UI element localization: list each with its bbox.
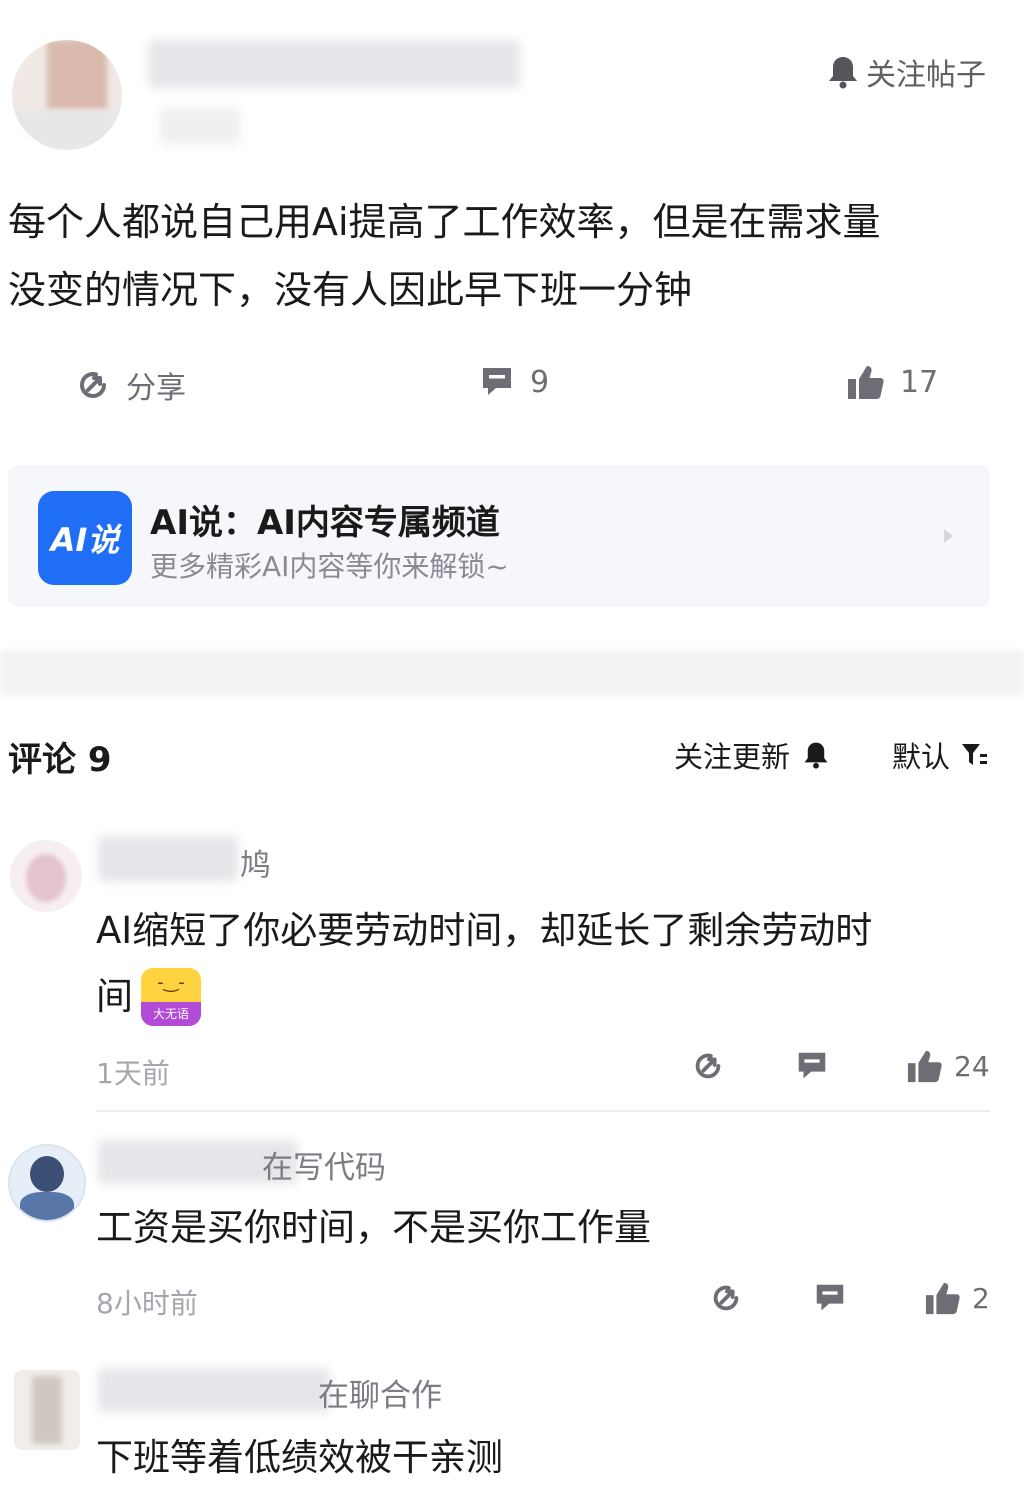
follow-post-button[interactable]: 关注帖子 [826,50,986,94]
sort-label: 默认 [892,740,951,774]
comment-time: 1天前 [96,1057,170,1090]
comment-icon [478,363,516,401]
commenter-avatar[interactable] [8,1144,86,1222]
commenter-avatar[interactable] [10,840,82,912]
comment-time: 8小时前 [96,1287,198,1320]
share-label: 分享 [126,371,186,406]
comment-text-line-2: 间 [96,975,133,1018]
channel-subtitle: 更多精彩AI内容等你来解锁~ [150,550,509,583]
commenter-name[interactable]: 鸠 [240,840,271,885]
thumbs-up-icon [846,363,886,401]
comment-text-line-1: AI缩短了你必要劳动时间，却延长了剩余劳动时 [96,909,873,952]
commenter-name[interactable]: 在写代码 [262,1142,386,1187]
like-button[interactable]: 17 [846,363,938,401]
share-icon [708,1280,744,1316]
comment-text: 下班等着低绩效被干亲测 [96,1436,503,1479]
comment-text: AI缩短了你必要劳动时间，却延长了剩余劳动时 间 -‿- 大无语 [96,898,996,1030]
follow-updates-label: 关注更新 [674,740,791,774]
channel-logo-text: AI说 [50,521,120,559]
follow-updates-button[interactable]: 关注更新 [674,734,830,776]
commenter-avatar[interactable] [14,1370,80,1450]
channel-card[interactable]: AI说 AI说：AI内容专属频道 更多精彩AI内容等你来解锁~ [8,465,990,607]
author-meta-blurred [160,108,240,144]
comment-icon [794,1048,830,1084]
comment-like-count: 24 [954,1049,990,1083]
share-button[interactable]: 分享 [74,363,186,407]
comment-reply-button[interactable] [812,1280,848,1316]
share-icon [690,1048,726,1084]
comment-text: 工资是买你时间，不是买你工作量 [96,1206,651,1249]
commenter-name-blurred [98,836,238,882]
comment-count: 9 [530,364,550,400]
comment-share-button[interactable] [690,1048,726,1084]
post-body: 每个人都说自己用Ai提高了工作效率，但是在需求量 没变的情况下，没有人因此早下班… [8,188,1008,324]
bell-icon [802,739,830,771]
comment-reply-button[interactable] [794,1048,830,1084]
thumbs-up-icon [924,1280,962,1316]
channel-title: AI说：AI内容专属频道 [150,503,500,543]
post-body-line-1: 每个人都说自己用Ai提高了工作效率，但是在需求量 [8,200,881,244]
commenter-name[interactable]: 在聊合作 [318,1370,442,1415]
follow-post-label: 关注帖子 [866,58,986,93]
author-avatar[interactable] [12,40,122,150]
post-body-line-2: 没变的情况下，没有人因此早下班一分钟 [8,268,693,312]
like-count: 17 [900,364,939,400]
sort-button[interactable]: 默认 [892,734,988,776]
thumbs-up-icon [906,1048,944,1084]
comment-icon [812,1280,848,1316]
sticker-label: 大无语 [141,1002,201,1026]
comment-divider [96,1110,990,1112]
chevron-right-icon [942,527,956,549]
comment-button[interactable]: 9 [478,363,549,401]
bell-icon [826,54,860,90]
section-divider [0,650,1024,696]
share-icon [74,366,112,404]
commenter-name-blurred [98,1368,330,1412]
channel-logo: AI说 [38,491,132,585]
sticker-emoji: -‿- 大无语 [141,968,201,1026]
comment-share-button[interactable] [708,1280,744,1316]
filter-icon [960,740,988,770]
comment-like-button[interactable]: 2 [924,1280,990,1316]
comments-title: 评论 9 [8,740,112,780]
author-name-blurred [148,40,520,88]
comment-like-count: 2 [972,1281,990,1315]
comment-like-button[interactable]: 24 [906,1048,990,1084]
